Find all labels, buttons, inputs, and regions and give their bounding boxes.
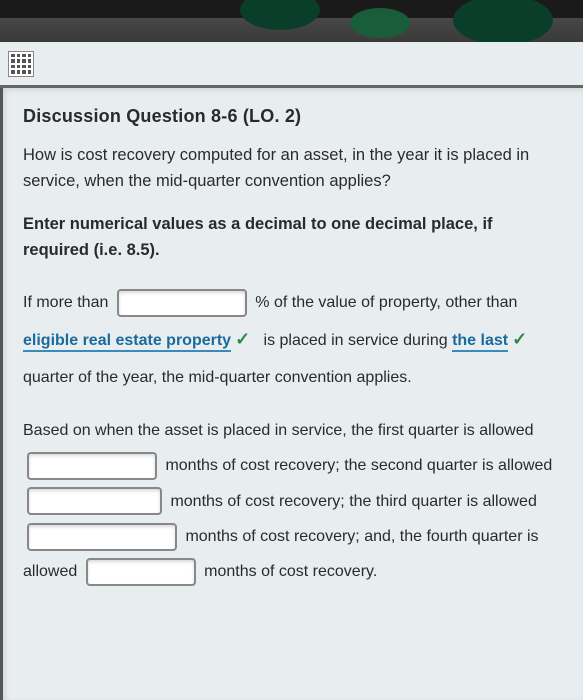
window-chrome-strip [0, 0, 583, 42]
text-segment: months of cost recovery; the second quar… [165, 457, 552, 474]
question-text: How is cost recovery computed for an ass… [23, 143, 563, 194]
quarter-select[interactable]: the last [452, 332, 508, 352]
text-segment: months of cost recovery. [204, 563, 377, 580]
question-title: Discussion Question 8-6 (LO. 2) [23, 106, 563, 127]
fourth-quarter-months-input[interactable] [86, 558, 196, 586]
text-segment: months of cost recovery; the third quart… [170, 493, 536, 510]
first-quarter-months-input[interactable] [27, 452, 157, 480]
text-segment: Based on when the asset is placed in ser… [23, 422, 534, 439]
toolbar [0, 42, 583, 88]
third-quarter-months-input[interactable] [27, 523, 177, 551]
text-segment: quarter of the year, the mid-quarter con… [23, 369, 412, 386]
spreadsheet-icon[interactable] [8, 51, 34, 77]
text-segment: is placed in service during [264, 332, 448, 349]
background-decoration [0, 0, 583, 42]
text-segment: If more than [23, 294, 108, 311]
property-type-select[interactable]: eligible real estate property [23, 332, 231, 352]
second-quarter-months-input[interactable] [27, 487, 162, 515]
instruction-text: Enter numerical values as a decimal to o… [23, 212, 563, 263]
text-segment: % of the value of property, other than [255, 294, 517, 311]
percent-input[interactable] [117, 289, 247, 317]
check-icon: ✓ [235, 329, 250, 349]
paragraph-2: Based on when the asset is placed in ser… [23, 413, 563, 589]
check-icon: ✓ [512, 329, 527, 349]
paragraph-1: If more than % of the value of property,… [23, 285, 563, 395]
answer-area: If more than % of the value of property,… [23, 285, 563, 589]
question-content: Discussion Question 8-6 (LO. 2) How is c… [0, 88, 583, 700]
